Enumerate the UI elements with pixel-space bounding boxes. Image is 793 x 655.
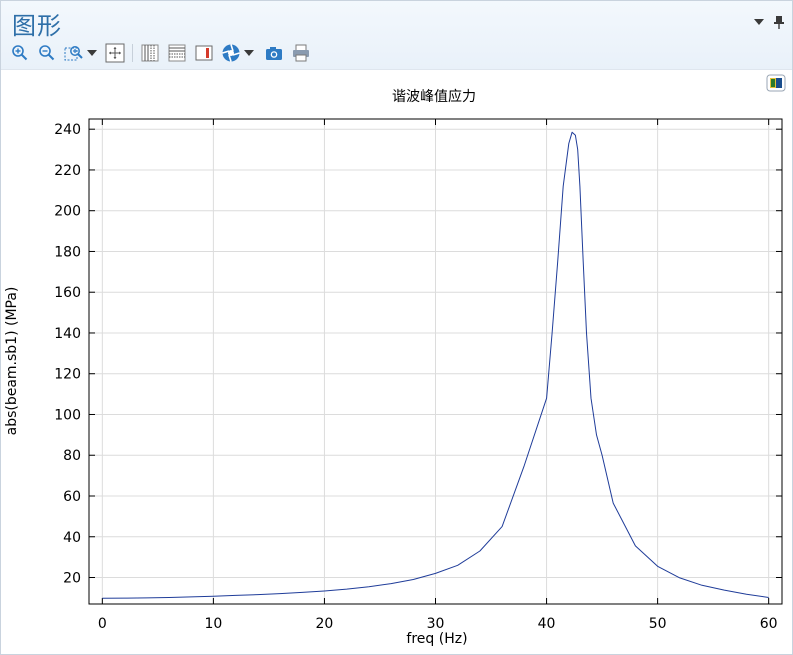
toolbar-separator [132, 44, 133, 62]
zoom-options-dropdown[interactable] [85, 42, 99, 64]
window-title: 图形 [12, 12, 62, 40]
legend-button[interactable] [193, 42, 215, 64]
x-axis-log-button[interactable] [139, 42, 161, 64]
y-axis-log-button[interactable] [166, 42, 188, 64]
scene-options-dropdown[interactable] [242, 42, 256, 64]
dropdown-arrow-icon[interactable] [752, 15, 766, 29]
header-controls [752, 15, 786, 29]
zoom-in-button[interactable] [9, 42, 31, 64]
graphics-window [0, 0, 793, 655]
chevron-down-icon [87, 50, 97, 56]
zoom-out-button[interactable] [36, 42, 58, 64]
zoom-out-icon [39, 45, 55, 61]
print-button[interactable] [290, 42, 312, 64]
zoom-box-icon [64, 46, 83, 61]
scene-light-button[interactable] [220, 42, 242, 64]
zoom-box-button[interactable] [63, 42, 85, 64]
vertical-grid-icon [141, 44, 159, 62]
image-snapshot-button[interactable] [263, 42, 285, 64]
legend-icon [195, 45, 213, 61]
chevron-down-icon [244, 50, 254, 56]
camera-icon [266, 47, 282, 60]
pin-icon[interactable] [772, 15, 786, 29]
plot-window-icon [766, 74, 786, 92]
zoom-in-icon [12, 45, 28, 61]
zoom-extents-icon [105, 43, 125, 63]
horizontal-grid-icon [168, 44, 186, 62]
graphics-header: 图形 [1, 1, 792, 70]
plot-settings-button[interactable] [766, 74, 786, 92]
zoom-extents-button[interactable] [104, 42, 126, 64]
graphics-toolbar [9, 41, 317, 65]
printer-icon [293, 44, 309, 62]
aperture-icon [222, 44, 240, 62]
